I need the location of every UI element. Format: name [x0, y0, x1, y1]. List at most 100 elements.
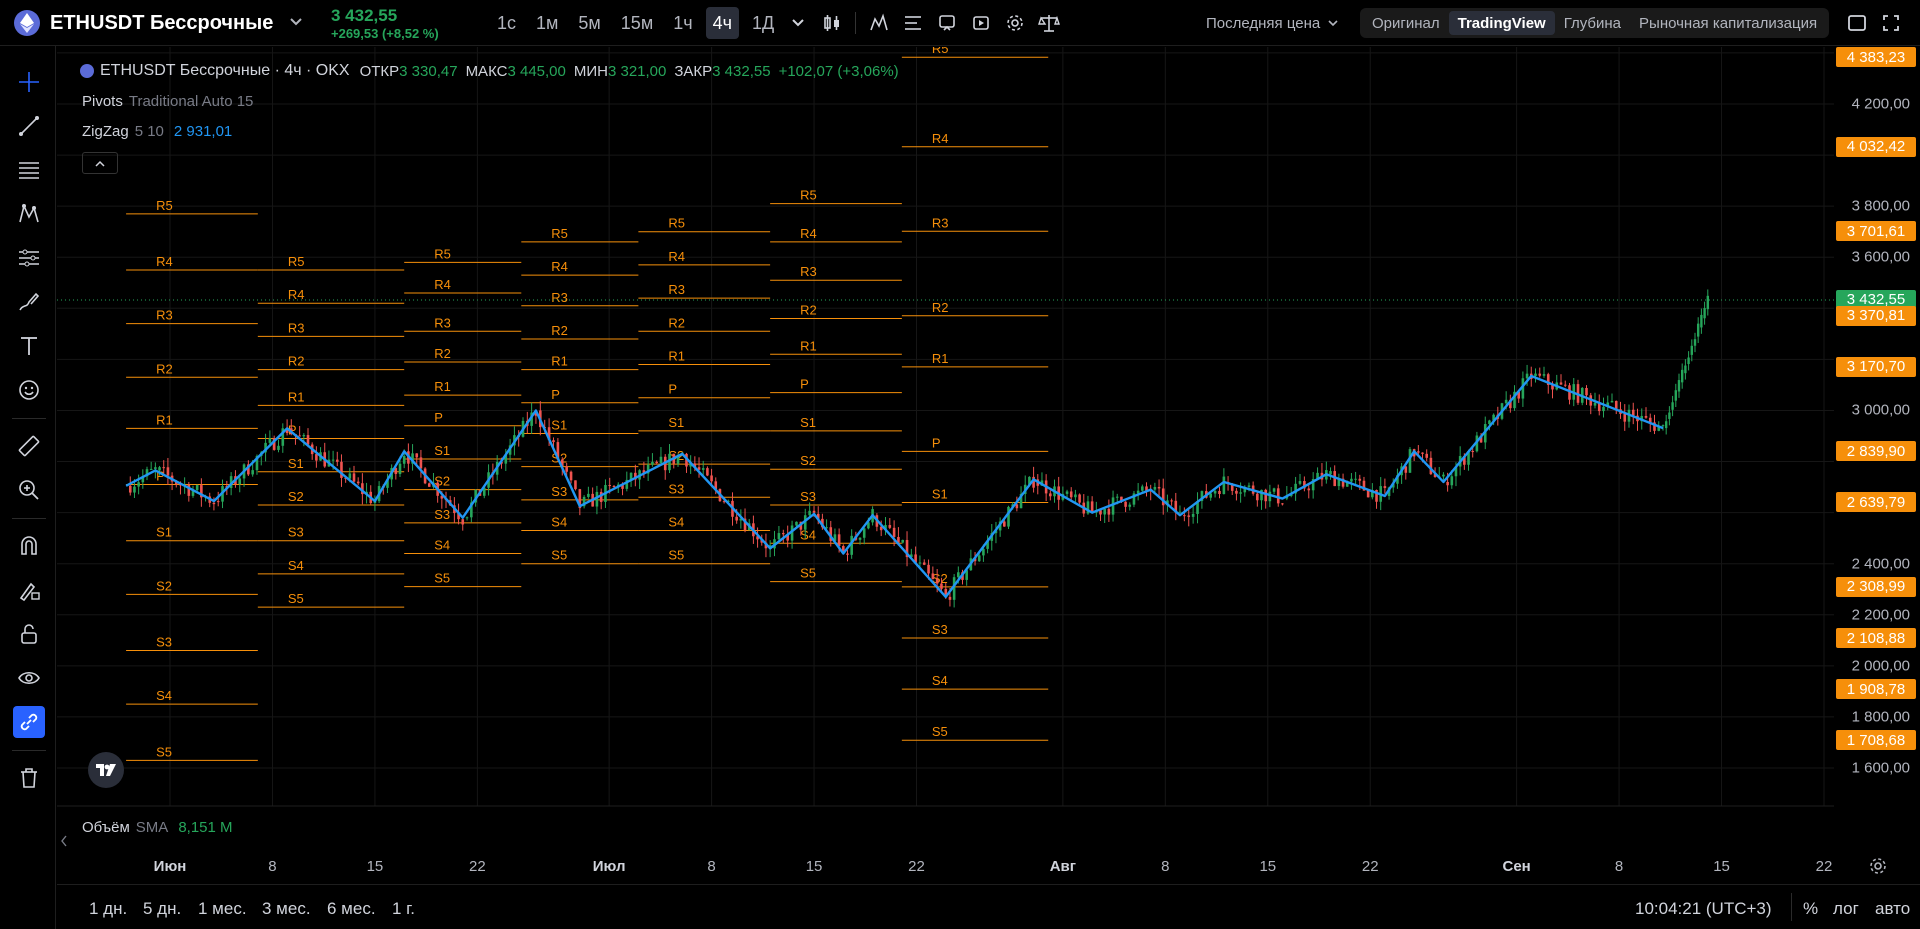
zoom-in-icon[interactable]	[13, 474, 45, 506]
alert-icon[interactable]	[930, 6, 964, 40]
ruler-icon[interactable]	[13, 430, 45, 462]
candle-body	[940, 583, 943, 589]
interval-15m[interactable]: 15м	[614, 7, 660, 39]
settings-gear-icon[interactable]	[998, 6, 1032, 40]
prediction-icon[interactable]	[13, 242, 45, 274]
candle-body	[1442, 474, 1445, 477]
window-controls	[1840, 0, 1908, 46]
candle-body	[948, 596, 952, 600]
pivot-label: R3	[932, 215, 949, 230]
candle-body	[608, 485, 612, 487]
trash-icon[interactable]	[13, 762, 45, 794]
symbol-selector[interactable]: ETHUSDT Бессрочные	[14, 0, 303, 46]
interval-1m[interactable]: 1м	[529, 7, 565, 39]
tab-depth[interactable]: Глубина	[1555, 11, 1630, 35]
eye-icon[interactable]	[13, 662, 45, 694]
interval-1s[interactable]: 1с	[490, 7, 523, 39]
tab-original[interactable]: Оригинал	[1363, 11, 1449, 35]
candle-body	[1684, 365, 1687, 374]
interval-5m[interactable]: 5м	[571, 7, 607, 39]
timezone-clock[interactable]: 10:04:21 (UTC+3)	[1635, 899, 1772, 919]
range-1y[interactable]: 1 г.	[392, 899, 415, 919]
candle-body	[1644, 415, 1648, 418]
candle-body	[1187, 515, 1191, 517]
crosshair-icon[interactable]	[13, 66, 45, 98]
candle-body	[1003, 521, 1006, 527]
candle-body	[569, 471, 573, 481]
candle-body	[1661, 425, 1665, 427]
pivot-label: S2	[156, 578, 172, 593]
interval-1h[interactable]: 1ч	[666, 7, 699, 39]
indicators-icon[interactable]	[862, 6, 896, 40]
candle-body	[1276, 488, 1280, 504]
tab-market-cap[interactable]: Рыночная капитализация	[1630, 11, 1826, 35]
unlock-icon[interactable]	[13, 618, 45, 650]
price-tick: 3 000,00	[1851, 401, 1910, 419]
candle-body	[1693, 339, 1697, 346]
range-1m[interactable]: 1 мес.	[198, 899, 247, 919]
price-tick: 3 600,00	[1851, 248, 1910, 266]
pattern-icon[interactable]	[13, 198, 45, 230]
candle-body	[335, 459, 339, 462]
volume-legend[interactable]: Объём SMA 8,151 M	[82, 819, 233, 836]
pivot-label: R5	[156, 198, 173, 213]
interval-4h[interactable]: 4ч	[705, 7, 739, 39]
percent-scale-toggle[interactable]: %	[1803, 899, 1818, 919]
candle-type-icon[interactable]	[815, 6, 849, 40]
interval-1d[interactable]: 1Д	[745, 7, 781, 39]
price-tick: 2 400,00	[1851, 555, 1910, 573]
emoji-icon[interactable]	[13, 374, 45, 406]
link-icon[interactable]	[13, 706, 45, 738]
pivot-label: S1	[551, 417, 567, 432]
time-tick: Сен	[1502, 858, 1531, 875]
range-3m[interactable]: 3 мес.	[262, 899, 311, 919]
trend-line-icon[interactable]	[13, 110, 45, 142]
chevron-down-icon	[289, 14, 303, 32]
price-tick: 1 800,00	[1851, 708, 1910, 726]
axis-settings-gear-icon[interactable]	[1868, 856, 1888, 881]
collapse-legend-button[interactable]	[82, 152, 118, 174]
log-scale-toggle[interactable]: лог	[1833, 899, 1859, 919]
price-scale[interactable]: 4 200,00 3 800,00 3 600,00 3 000,00 2 400,00…	[1834, 47, 1920, 810]
compare-scale-icon[interactable]	[1032, 6, 1066, 40]
fullscreen-icon[interactable]	[1874, 6, 1908, 40]
auto-scale-toggle[interactable]: авто	[1875, 899, 1910, 919]
layout-icon[interactable]	[1840, 6, 1874, 40]
pivot-label: P	[800, 377, 809, 392]
volume-ma: SMA	[135, 819, 169, 836]
fib-retracement-icon[interactable]	[13, 154, 45, 186]
range-1d[interactable]: 1 дн.	[89, 899, 127, 919]
pivot-label: S4	[434, 537, 450, 552]
pivot-label: R2	[434, 346, 451, 361]
templates-icon[interactable]	[896, 6, 930, 40]
candle-body	[565, 466, 568, 472]
pivots-legend[interactable]: Pivots Traditional Auto 15	[82, 93, 253, 110]
tradingview-logo[interactable]	[88, 752, 124, 788]
candle-body	[1124, 501, 1127, 507]
candle-body	[812, 510, 816, 513]
candle-body	[1542, 374, 1546, 376]
text-tool-icon[interactable]	[13, 330, 45, 362]
range-6m[interactable]: 6 мес.	[327, 899, 376, 919]
price-mode-selector[interactable]: Последняя цена	[1206, 0, 1338, 46]
collapse-toolbar-icon[interactable]	[60, 834, 68, 852]
zigzag-legend[interactable]: ZigZag 5 10 2 931,01	[82, 123, 232, 140]
lock-drawing-icon[interactable]	[13, 574, 45, 606]
interval-more-icon[interactable]	[781, 6, 815, 40]
candle-body	[706, 468, 709, 476]
time-tick: 22	[469, 858, 486, 875]
candle-body	[137, 482, 140, 487]
replay-icon[interactable]	[964, 6, 998, 40]
price-chart[interactable]: R5 R4 R3 R2 R1 P S1 S2 S3 S4 S5 R5 R4 R3 R2 R1 P S1 S2 S3 S4…	[57, 47, 1834, 810]
magnet-icon[interactable]	[13, 530, 45, 562]
candle-body	[128, 485, 132, 493]
pivot-label: S1	[932, 486, 948, 501]
candle-body	[1222, 476, 1226, 495]
tab-tradingview[interactable]: TradingView	[1448, 11, 1555, 35]
pivot-price-tag: 4 383,23	[1836, 47, 1916, 68]
candle-body	[302, 435, 306, 437]
brush-icon[interactable]	[13, 286, 45, 318]
range-5d[interactable]: 5 дн.	[143, 899, 181, 919]
pivot-price-tag: 2 839,90	[1836, 441, 1916, 462]
chart-grid	[57, 47, 1834, 806]
